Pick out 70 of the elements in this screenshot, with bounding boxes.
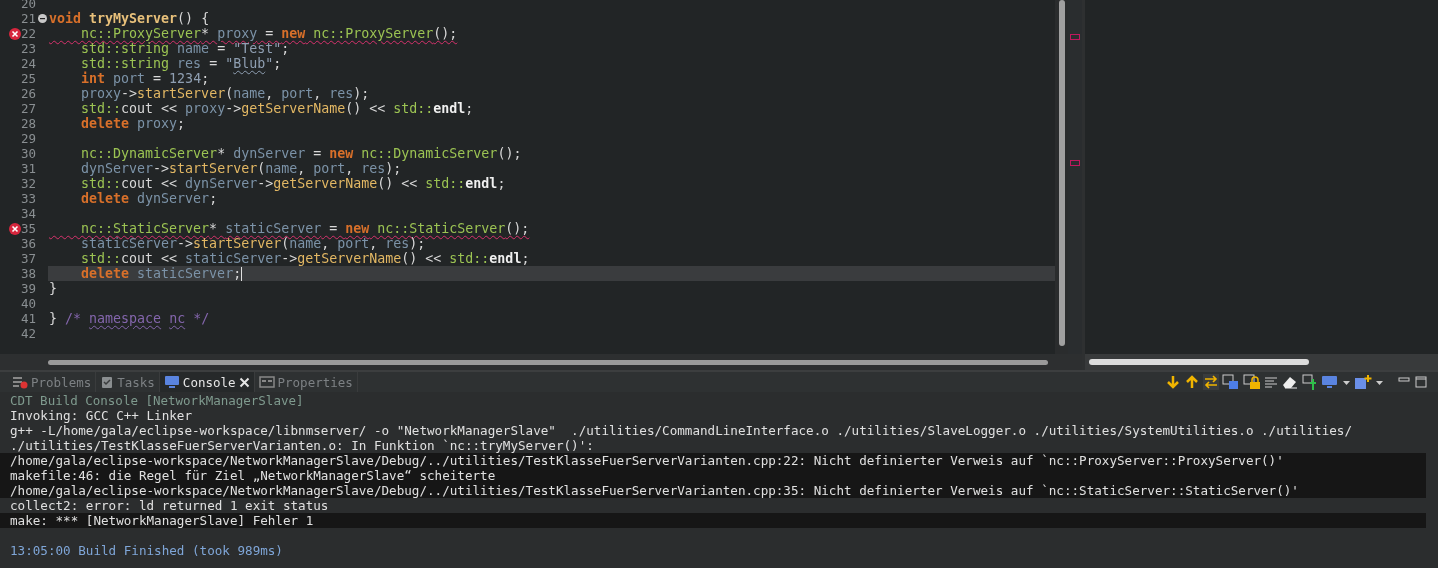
code-line: void tryMyServer() { bbox=[48, 11, 211, 26]
vertical-scrollbar[interactable] bbox=[1055, 0, 1068, 354]
line-number: 28 bbox=[20, 116, 36, 131]
line-number: 30 bbox=[20, 146, 36, 161]
console-line: collect2: error: ld returned 1 exit status bbox=[9, 498, 330, 513]
line-number: 26 bbox=[20, 86, 36, 101]
line-number: 42 bbox=[20, 326, 36, 341]
line-number: 21 bbox=[20, 11, 36, 26]
properties-icon bbox=[258, 375, 275, 389]
code-line: staticServer->startServer(name, port, res); bbox=[80, 236, 427, 251]
line-number: 33 bbox=[20, 191, 36, 206]
close-icon[interactable] bbox=[238, 376, 250, 388]
line-number: 38 bbox=[20, 266, 36, 281]
view-tab[interactable]: Console bbox=[159, 372, 255, 392]
line-number: 32 bbox=[20, 176, 36, 191]
collapse-icon[interactable] bbox=[38, 14, 47, 23]
monitor-icon bbox=[163, 375, 180, 389]
pin-icon[interactable] bbox=[1302, 374, 1318, 390]
horizontal-scrollbar[interactable] bbox=[1085, 354, 1438, 370]
horizontal-scrollbar[interactable] bbox=[0, 354, 1082, 370]
code-line: } bbox=[48, 281, 58, 296]
code-line: delete dynServer; bbox=[80, 191, 219, 206]
line-number: 22 bbox=[20, 26, 36, 41]
line-number: 36 bbox=[20, 236, 36, 251]
view-tab[interactable]: Problems bbox=[8, 372, 97, 392]
code-line: } /* namespace nc */ bbox=[48, 311, 211, 326]
line-number: 34 bbox=[20, 206, 36, 221]
console-line: 13:05:00 Build Finished (took 989ms) bbox=[9, 543, 284, 558]
line-number: 31 bbox=[20, 161, 36, 176]
arrow-down-icon[interactable] bbox=[1165, 374, 1181, 390]
line-number: 35 bbox=[20, 221, 36, 236]
view-tab[interactable]: Tasks bbox=[96, 372, 160, 392]
maximize-icon[interactable] bbox=[1414, 374, 1428, 390]
line-number: 39 bbox=[20, 281, 36, 296]
code-line: std::cout << dynServer->getServerName() << std::endl; bbox=[80, 176, 507, 191]
code-line: std::cout << proxy->getServerName() << std::endl; bbox=[80, 101, 475, 116]
line-number: 37 bbox=[20, 251, 36, 266]
line-number: 40 bbox=[20, 296, 36, 311]
console-line: g++ -L/home/gala/eclipse-workspace/libnmserver/ -o "NetworkManagerSlave" ./utilities/CommandLineInterface.o ./utilities/SlaveLogger.o ./utilities/SystemUtilities.o ./utilities/ bbox=[9, 423, 1354, 438]
code-line: std::string name = "Test"; bbox=[80, 41, 291, 56]
line-number: 41 bbox=[20, 311, 36, 326]
monitor-icon[interactable] bbox=[1321, 374, 1339, 390]
problems-icon bbox=[12, 375, 28, 389]
console-line: ./utilities/TestKlasseFuerServerVarianten.o: In Funktion `nc::tryMyServer()': bbox=[9, 438, 595, 453]
line-number: 29 bbox=[20, 131, 36, 146]
code-line: delete proxy; bbox=[80, 116, 187, 131]
lock-icon[interactable] bbox=[1243, 374, 1261, 390]
view-tab[interactable]: Properties bbox=[254, 372, 358, 392]
text-lines-icon[interactable] bbox=[1264, 374, 1278, 390]
code-line: nc::StaticServer* staticServer = new nc::StaticServer(); bbox=[80, 221, 531, 236]
code-line: std::string res = "Blub"; bbox=[80, 56, 283, 71]
code-line: int port = 1234; bbox=[80, 71, 211, 86]
eraser-icon[interactable] bbox=[1281, 374, 1299, 390]
line-number: 27 bbox=[20, 101, 36, 116]
code-line: proxy->startServer(name, port, res); bbox=[80, 86, 371, 101]
code-line: nc::DynamicServer* dynServer = new nc::DynamicServer(); bbox=[80, 146, 523, 161]
error-marker[interactable] bbox=[1070, 33, 1080, 40]
line-number: 23 bbox=[20, 41, 36, 56]
code-line: nc::ProxyServer* proxy = new nc::ProxyServer(); bbox=[80, 26, 459, 41]
arrow-up-icon[interactable] bbox=[1184, 374, 1200, 390]
console-title: CDT Build Console [NetworkManagerSlave] bbox=[9, 392, 305, 408]
line-number: 25 bbox=[20, 71, 36, 86]
clipboard-icon bbox=[100, 375, 115, 389]
console-line: Invoking: GCC C++ Linker bbox=[9, 408, 193, 423]
line-number: 24 bbox=[20, 56, 36, 71]
code-line: std::cout << staticServer->getServerName() << std::endl; bbox=[80, 251, 531, 266]
swap-arrows-icon[interactable] bbox=[1203, 374, 1219, 390]
error-marker[interactable] bbox=[1070, 160, 1080, 167]
new-window-icon[interactable] bbox=[1354, 374, 1372, 390]
code-line: dynServer->startServer(name, port, res); bbox=[80, 161, 403, 176]
